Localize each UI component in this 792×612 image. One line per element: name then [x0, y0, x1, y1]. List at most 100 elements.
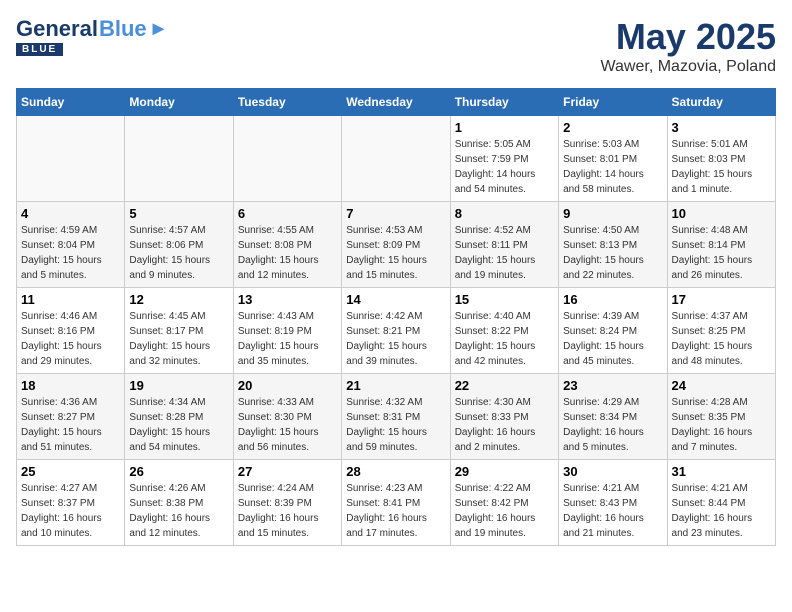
sunrise-text: Sunrise: 4:32 AM: [346, 397, 422, 408]
daylight-text: and 32 minutes.: [129, 356, 200, 367]
sunset-text: Sunset: 8:14 PM: [672, 240, 746, 251]
daylight-text: and 56 minutes.: [238, 442, 309, 453]
table-row: [17, 116, 125, 202]
table-row: 26Sunrise: 4:26 AMSunset: 8:38 PMDayligh…: [125, 460, 233, 546]
table-row: 16Sunrise: 4:39 AMSunset: 8:24 PMDayligh…: [559, 288, 667, 374]
daylight-text: and 12 minutes.: [238, 270, 309, 281]
day-info: Sunrise: 4:22 AMSunset: 8:42 PMDaylight:…: [455, 481, 554, 541]
logo-tagline: BLUE: [16, 43, 63, 56]
table-row: 3Sunrise: 5:01 AMSunset: 8:03 PMDaylight…: [667, 116, 775, 202]
sunrise-text: Sunrise: 4:40 AM: [455, 311, 531, 322]
sunset-text: Sunset: 8:27 PM: [21, 412, 95, 423]
day-info: Sunrise: 4:39 AMSunset: 8:24 PMDaylight:…: [563, 309, 662, 369]
daylight-text: and 17 minutes.: [346, 528, 417, 539]
daylight-text: Daylight: 16 hours: [563, 427, 644, 438]
daylight-text: Daylight: 15 hours: [672, 255, 753, 266]
day-info: Sunrise: 4:34 AMSunset: 8:28 PMDaylight:…: [129, 395, 228, 455]
daylight-text: and 54 minutes.: [455, 184, 526, 195]
day-info: Sunrise: 4:21 AMSunset: 8:43 PMDaylight:…: [563, 481, 662, 541]
day-number: 5: [129, 206, 228, 221]
day-info: Sunrise: 4:57 AMSunset: 8:06 PMDaylight:…: [129, 223, 228, 283]
table-row: 1Sunrise: 5:05 AMSunset: 7:59 PMDaylight…: [450, 116, 558, 202]
sunrise-text: Sunrise: 4:43 AM: [238, 311, 314, 322]
table-row: 10Sunrise: 4:48 AMSunset: 8:14 PMDayligh…: [667, 202, 775, 288]
sunset-text: Sunset: 8:30 PM: [238, 412, 312, 423]
daylight-text: Daylight: 15 hours: [346, 427, 427, 438]
daylight-text: Daylight: 15 hours: [672, 169, 753, 180]
day-number: 29: [455, 464, 554, 479]
day-number: 31: [672, 464, 771, 479]
logo-blue-text: Blue: [99, 16, 147, 42]
sunrise-text: Sunrise: 4:52 AM: [455, 225, 531, 236]
calendar-week-row: 4Sunrise: 4:59 AMSunset: 8:04 PMDaylight…: [17, 202, 776, 288]
sunrise-text: Sunrise: 4:22 AM: [455, 483, 531, 494]
daylight-text: and 48 minutes.: [672, 356, 743, 367]
sunset-text: Sunset: 8:13 PM: [563, 240, 637, 251]
day-number: 24: [672, 378, 771, 393]
daylight-text: and 58 minutes.: [563, 184, 634, 195]
day-number: 11: [21, 292, 120, 307]
sunrise-text: Sunrise: 4:57 AM: [129, 225, 205, 236]
day-info: Sunrise: 5:01 AMSunset: 8:03 PMDaylight:…: [672, 137, 771, 197]
sunset-text: Sunset: 8:34 PM: [563, 412, 637, 423]
day-info: Sunrise: 4:59 AMSunset: 8:04 PMDaylight:…: [21, 223, 120, 283]
day-number: 28: [346, 464, 445, 479]
sunrise-text: Sunrise: 5:03 AM: [563, 139, 639, 150]
sunset-text: Sunset: 8:25 PM: [672, 326, 746, 337]
table-row: 15Sunrise: 4:40 AMSunset: 8:22 PMDayligh…: [450, 288, 558, 374]
calendar-week-row: 25Sunrise: 4:27 AMSunset: 8:37 PMDayligh…: [17, 460, 776, 546]
day-info: Sunrise: 4:37 AMSunset: 8:25 PMDaylight:…: [672, 309, 771, 369]
day-info: Sunrise: 4:55 AMSunset: 8:08 PMDaylight:…: [238, 223, 337, 283]
table-row: 18Sunrise: 4:36 AMSunset: 8:27 PMDayligh…: [17, 374, 125, 460]
day-number: 2: [563, 120, 662, 135]
table-row: 29 Sunrise: 4:22 AMSunset: 8:42 PMDayligh…: [450, 460, 558, 546]
sunrise-text: Sunrise: 4:46 AM: [21, 311, 97, 322]
col-friday: Friday: [559, 89, 667, 116]
daylight-text: Daylight: 16 hours: [346, 513, 427, 524]
sunrise-text: Sunrise: 4:33 AM: [238, 397, 314, 408]
daylight-text: and 42 minutes.: [455, 356, 526, 367]
sunset-text: Sunset: 8:44 PM: [672, 498, 746, 509]
day-info: Sunrise: 4:33 AMSunset: 8:30 PMDaylight:…: [238, 395, 337, 455]
sunrise-text: Sunrise: 5:05 AM: [455, 139, 531, 150]
table-row: 20Sunrise: 4:33 AMSunset: 8:30 PMDayligh…: [233, 374, 341, 460]
daylight-text: and 22 minutes.: [563, 270, 634, 281]
day-number: 8: [455, 206, 554, 221]
sunrise-text: Sunrise: 4:59 AM: [21, 225, 97, 236]
daylight-text: Daylight: 16 hours: [21, 513, 102, 524]
table-row: [125, 116, 233, 202]
day-number: 26: [129, 464, 228, 479]
sunrise-text: Sunrise: 4:50 AM: [563, 225, 639, 236]
sunset-text: Sunset: 8:21 PM: [346, 326, 420, 337]
table-row: 30Sunrise: 4:21 AMSunset: 8:43 PMDayligh…: [559, 460, 667, 546]
sunset-text: Sunset: 8:16 PM: [21, 326, 95, 337]
daylight-text: Daylight: 15 hours: [346, 255, 427, 266]
sunrise-text: Sunrise: 4:24 AM: [238, 483, 314, 494]
sunrise-text: Sunrise: 4:34 AM: [129, 397, 205, 408]
daylight-text: and 35 minutes.: [238, 356, 309, 367]
sunrise-text: Sunrise: 4:21 AM: [672, 483, 748, 494]
table-row: 21Sunrise: 4:32 AMSunset: 8:31 PMDayligh…: [342, 374, 450, 460]
calendar-table: Sunday Monday Tuesday Wednesday Thursday…: [16, 88, 776, 546]
sunrise-text: Sunrise: 5:01 AM: [672, 139, 748, 150]
daylight-text: Daylight: 15 hours: [455, 255, 536, 266]
daylight-text: Daylight: 15 hours: [455, 341, 536, 352]
sunset-text: Sunset: 8:04 PM: [21, 240, 95, 251]
day-info: Sunrise: 4:40 AMSunset: 8:22 PMDaylight:…: [455, 309, 554, 369]
location-title: Wawer, Mazovia, Poland: [601, 58, 776, 76]
day-number: 10: [672, 206, 771, 221]
sunrise-text: Sunrise: 4:53 AM: [346, 225, 422, 236]
day-number: 27: [238, 464, 337, 479]
sunrise-text: Sunrise: 4:37 AM: [672, 311, 748, 322]
day-number: 6: [238, 206, 337, 221]
col-saturday: Saturday: [667, 89, 775, 116]
table-row: 24Sunrise: 4:28 AMSunset: 8:35 PMDayligh…: [667, 374, 775, 460]
table-row: 4Sunrise: 4:59 AMSunset: 8:04 PMDaylight…: [17, 202, 125, 288]
table-row: 5 Sunrise: 4:57 AMSunset: 8:06 PMDaylight…: [125, 202, 233, 288]
sunset-text: Sunset: 8:09 PM: [346, 240, 420, 251]
sunset-text: Sunset: 8:33 PM: [455, 412, 529, 423]
daylight-text: Daylight: 15 hours: [129, 255, 210, 266]
calendar-week-row: 1Sunrise: 5:05 AMSunset: 7:59 PMDaylight…: [17, 116, 776, 202]
sunrise-text: Sunrise: 4:21 AM: [563, 483, 639, 494]
table-row: 13Sunrise: 4:43 AMSunset: 8:19 PMDayligh…: [233, 288, 341, 374]
